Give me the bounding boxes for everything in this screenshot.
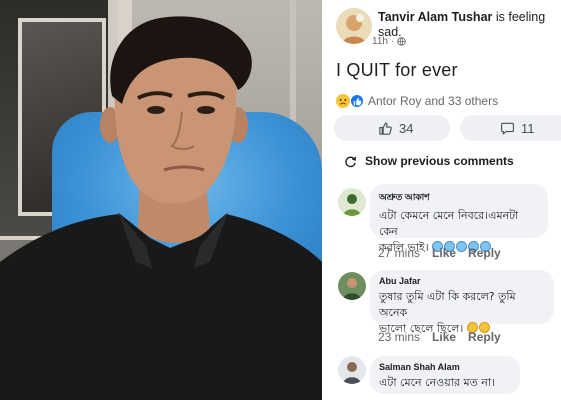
comment-author[interactable]: Abu Jafar xyxy=(379,276,545,286)
commenter-avatar[interactable] xyxy=(338,272,366,300)
comment-reply-button[interactable]: Reply xyxy=(468,330,501,344)
show-previous-label: Show previous comments xyxy=(365,154,514,168)
commenter-avatar-image xyxy=(338,356,366,384)
globe-icon xyxy=(397,37,407,46)
reactions-summary[interactable]: Antor Roy and 33 others xyxy=(336,94,498,108)
author-avatar-image xyxy=(336,8,372,44)
post-header: Tanvir Alam Tushar is feeling sad. xyxy=(336,8,561,52)
like-reaction-icon xyxy=(350,94,364,108)
comment-like-button[interactable]: Like xyxy=(432,246,456,260)
commenter-avatar-image xyxy=(338,272,366,300)
reactions-text: Antor Roy and 33 others xyxy=(368,94,499,108)
comment-actions: 27 mins Like Reply xyxy=(378,246,501,260)
comment-text-line: তুষার তুমি এটা কি করলে? তুমি অনেক xyxy=(379,290,516,319)
commenter-avatar[interactable] xyxy=(338,356,366,384)
refresh-icon xyxy=(345,156,357,167)
comment-text-line: এটা কেমনে মেনে নিবরে।এমনটা কেন xyxy=(379,209,519,238)
thumbs-up-icon xyxy=(379,122,392,135)
sad-reaction-icon xyxy=(336,94,350,108)
facebook-post-panel: Tanvir Alam Tushar is feeling sad. 11h ·… xyxy=(330,0,561,400)
comment-text: এটা মেনে নেওয়ার মত না। xyxy=(379,375,511,391)
post-meta: 11h · xyxy=(372,36,407,47)
dot-separator: · xyxy=(390,36,395,47)
author-name[interactable]: Tanvir Alam Tushar xyxy=(378,10,492,24)
comment-count-button[interactable]: 11 xyxy=(460,115,561,141)
post-text: I QUIT for ever xyxy=(336,60,458,80)
comment-bubble: Salman Shah Alam এটা মেনে নেওয়ার মত না। xyxy=(370,356,520,394)
comment-text-line: এটা মেনে নেওয়ার মত না। xyxy=(379,376,495,389)
panel-divider xyxy=(322,0,330,400)
comment-time[interactable]: 27 mins xyxy=(378,246,420,260)
comment-bubble: অশ্রুত আকাশ এটা কেমনে মেনে নিবরে।এমনটা ক… xyxy=(370,184,548,254)
profile-photo xyxy=(0,0,322,400)
comment-author[interactable]: অশ্রুত আকাশ xyxy=(379,190,539,205)
comment-author[interactable]: Salman Shah Alam xyxy=(379,362,511,372)
person-figure xyxy=(0,16,322,400)
commenter-avatar[interactable] xyxy=(338,188,366,216)
comment-bubble-icon xyxy=(501,122,514,134)
commenter-avatar-image xyxy=(338,188,366,216)
like-count: 34 xyxy=(399,120,414,136)
like-count-button[interactable]: 34 xyxy=(334,115,450,141)
author-avatar[interactable] xyxy=(336,8,372,44)
comment-count: 11 xyxy=(521,120,535,136)
comment-reply-button[interactable]: Reply xyxy=(468,246,501,260)
show-previous-comments-link[interactable]: Show previous comments xyxy=(344,154,514,168)
comment-actions: 23 mins Like Reply xyxy=(378,330,501,344)
post-time[interactable]: 11h xyxy=(372,36,388,47)
comment-time[interactable]: 23 mins xyxy=(378,330,420,344)
comment-like-button[interactable]: Like xyxy=(432,330,456,344)
comment-bubble: Abu Jafar তুষার তুমি এটা কি করলে? তুমি অ… xyxy=(370,270,554,335)
